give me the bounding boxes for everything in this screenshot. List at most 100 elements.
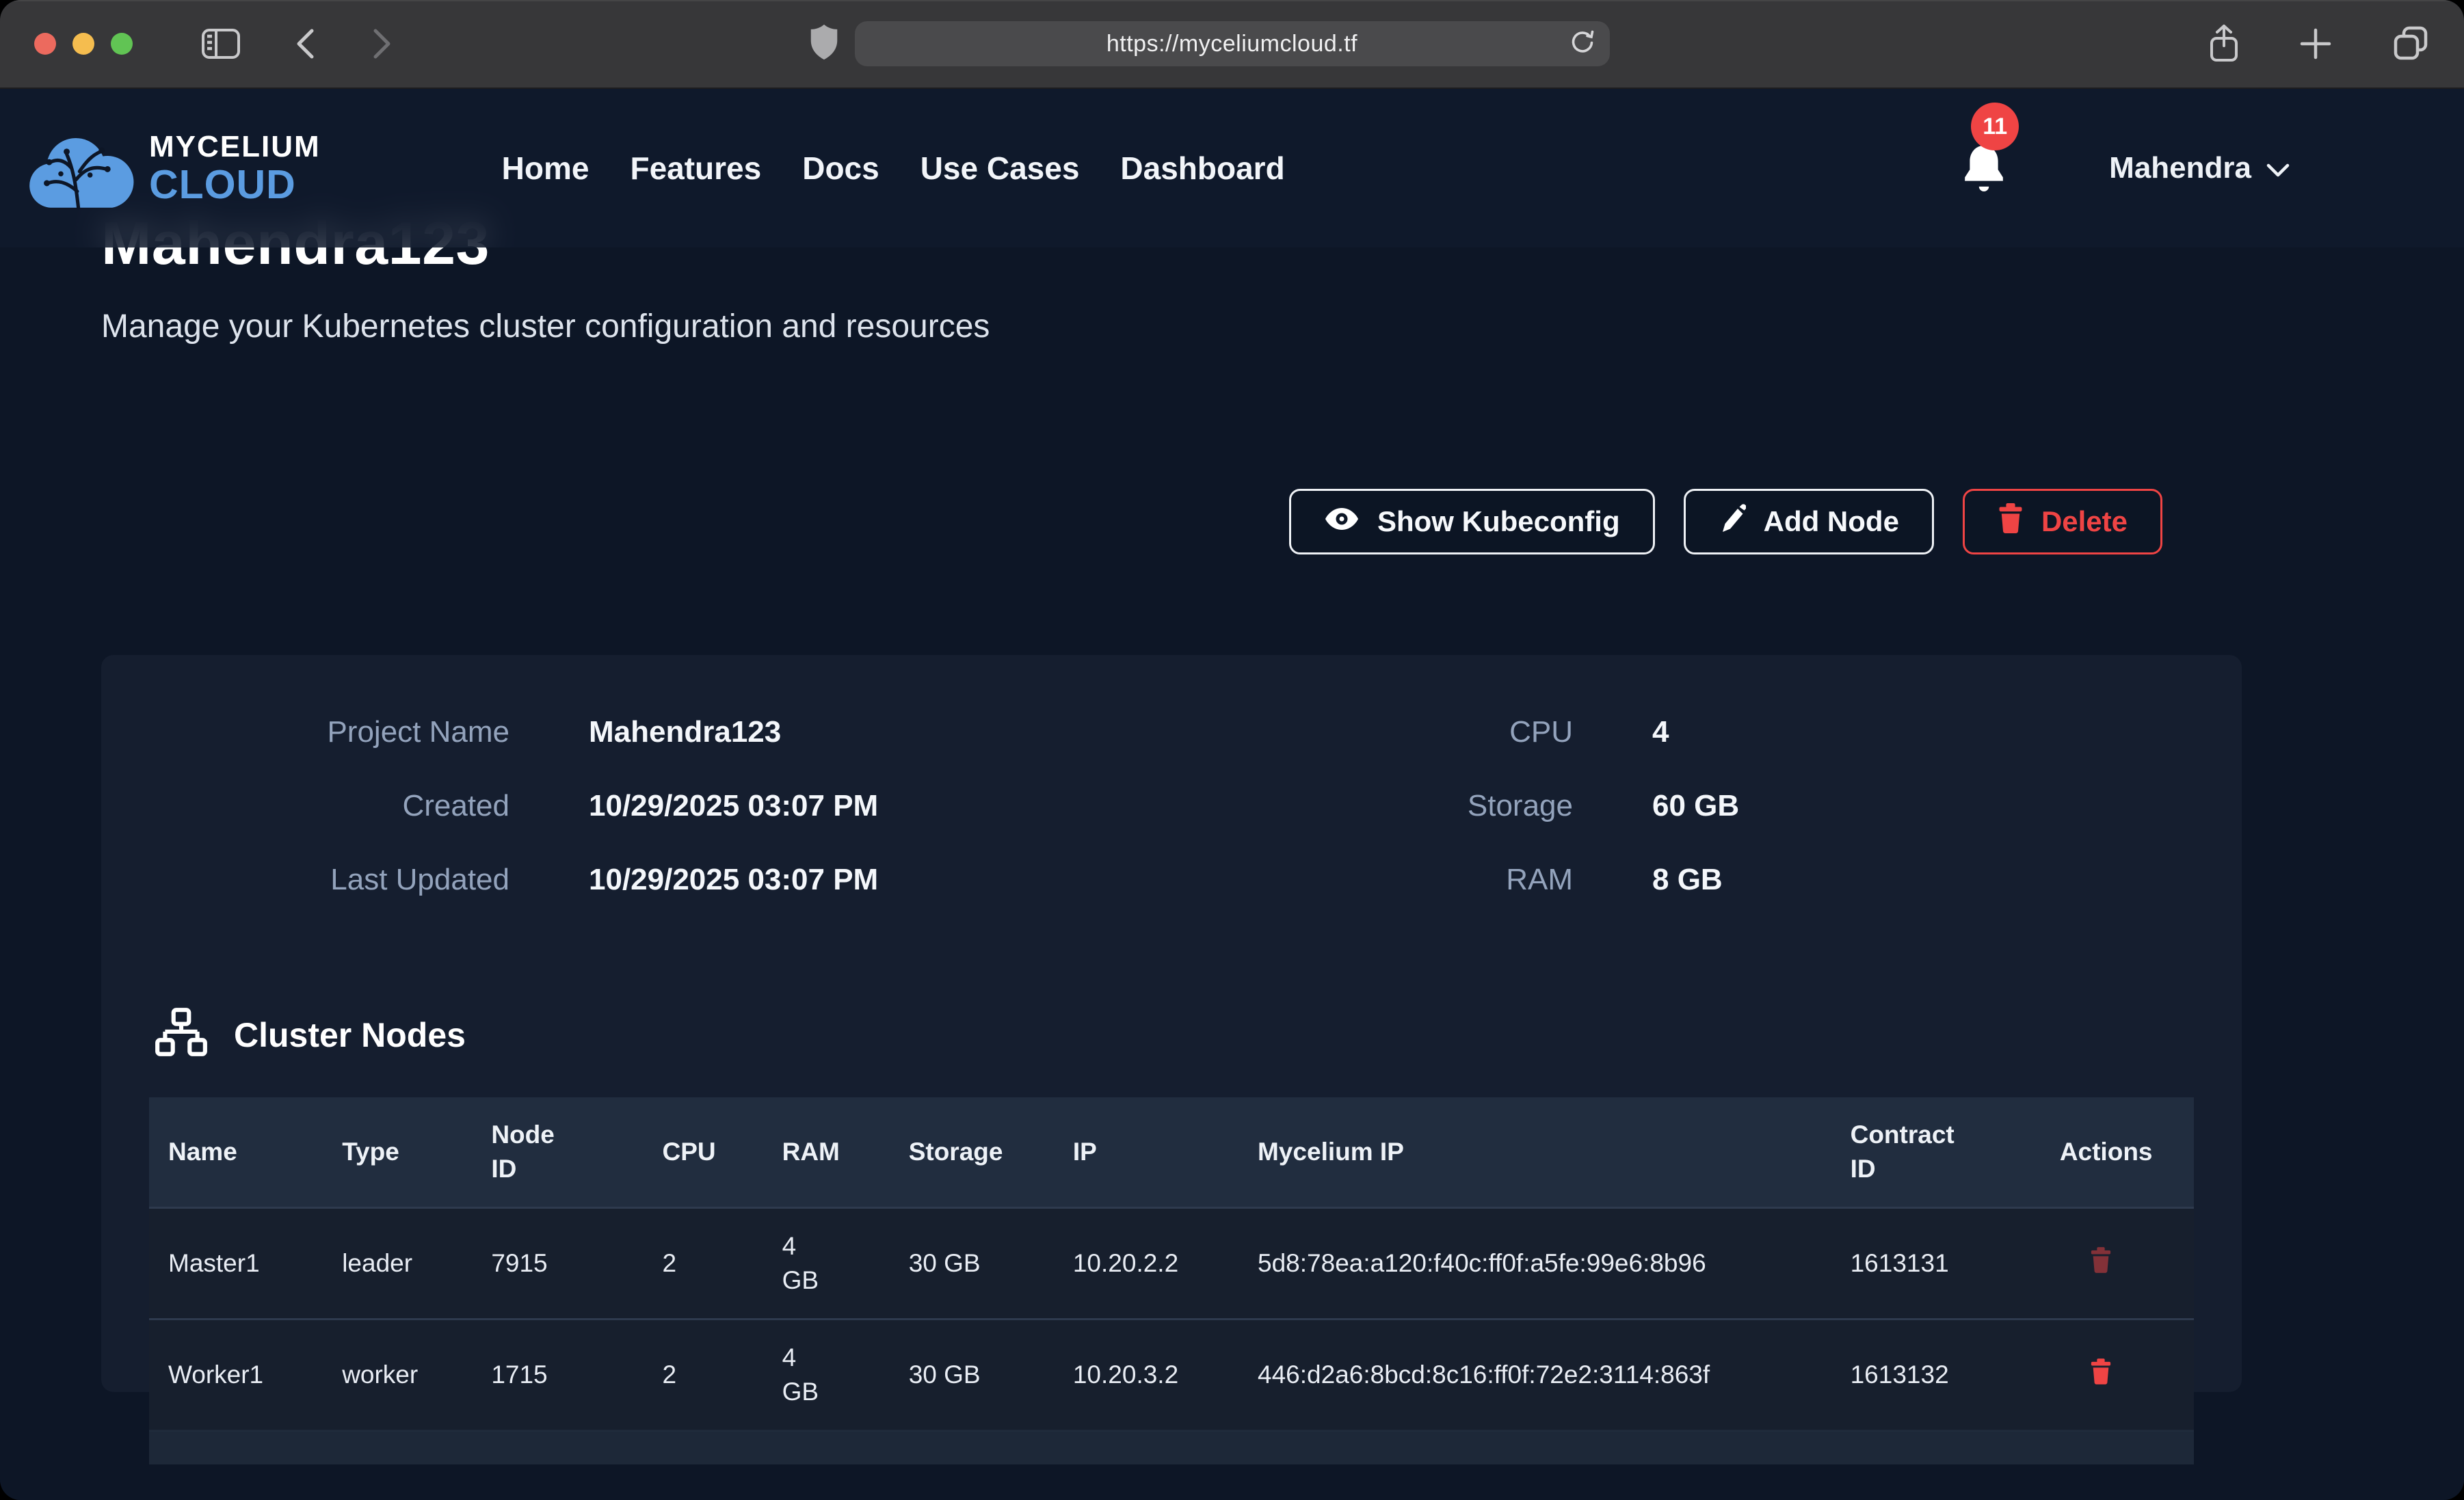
cell-contract-id: 1613132 bbox=[1851, 1319, 2060, 1430]
eye-icon bbox=[1324, 505, 1360, 538]
chevron-down-icon bbox=[2266, 151, 2290, 185]
forward-button-icon[interactable] bbox=[373, 28, 392, 59]
cell-actions bbox=[2060, 1207, 2194, 1319]
back-button-icon[interactable] bbox=[295, 28, 315, 59]
toolbar-right-icons bbox=[2208, 24, 2430, 64]
cell-ip: 10.20.3.2 bbox=[1073, 1319, 1258, 1430]
cell-type: worker bbox=[342, 1319, 491, 1430]
nodes-table: Name Type Node ID CPU RAM Storage IP Myc… bbox=[149, 1097, 2194, 1432]
cell-contract-id: 1613131 bbox=[1851, 1207, 2060, 1319]
nodes-table-container: Name Type Node ID CPU RAM Storage IP Myc… bbox=[149, 1097, 2194, 1464]
cloud-logo-icon bbox=[22, 119, 140, 218]
delete-node-button[interactable] bbox=[2060, 1358, 2112, 1387]
info-label: CPU bbox=[1195, 715, 1573, 749]
add-node-button[interactable]: Add Node bbox=[1684, 489, 1934, 554]
notifications-button[interactable]: 11 bbox=[1961, 141, 2006, 196]
cell-actions bbox=[2060, 1319, 2194, 1430]
site-navbar: MYCELIUM CLOUD Home Features Docs Use Ca… bbox=[0, 89, 2464, 247]
user-name: Mahendra bbox=[2109, 151, 2251, 185]
nav-item-docs[interactable]: Docs bbox=[802, 150, 879, 187]
nav-item-use-cases[interactable]: Use Cases bbox=[920, 150, 1080, 187]
cell-type: leader bbox=[342, 1207, 491, 1319]
privacy-shield-icon[interactable] bbox=[810, 23, 838, 65]
delete-cluster-button[interactable]: Delete bbox=[1963, 489, 2162, 554]
info-label: Storage bbox=[1195, 789, 1573, 823]
address-bar[interactable]: https://myceliumcloud.tf bbox=[855, 21, 1610, 66]
browser-toolbar: https://myceliumcloud.tf bbox=[0, 0, 2464, 89]
info-value: 8 GB bbox=[1652, 863, 1723, 897]
page-subtitle: Manage your Kubernetes cluster configura… bbox=[101, 308, 2242, 345]
cell-node-id: 1715 bbox=[491, 1319, 662, 1430]
cluster-nodes-header: Cluster Nodes bbox=[149, 1008, 2194, 1062]
cell-ram: 4 GB bbox=[782, 1207, 909, 1319]
info-label: Project Name bbox=[149, 715, 509, 749]
bell-icon bbox=[1961, 187, 2006, 198]
delete-label: Delete bbox=[2041, 505, 2128, 538]
show-kubeconfig-label: Show Kubeconfig bbox=[1377, 505, 1620, 538]
cluster-info: Project Name Mahendra123 Created 10/29/2… bbox=[149, 715, 2194, 937]
add-node-label: Add Node bbox=[1764, 505, 1899, 538]
close-window-button[interactable] bbox=[34, 33, 56, 55]
url-text: https://myceliumcloud.tf bbox=[1107, 31, 1357, 57]
info-value: Mahendra123 bbox=[589, 715, 781, 749]
cell-mycelium-ip: 446:d2a6:8bcd:8c16:ff0f:72e2:3114:863f bbox=[1258, 1319, 1851, 1430]
pencil-icon bbox=[1719, 503, 1746, 540]
cell-node-id: 7915 bbox=[491, 1207, 662, 1319]
webpage: Mahendra123 Manage your Kubernetes clust… bbox=[0, 89, 2464, 1500]
col-storage: Storage bbox=[909, 1097, 1073, 1207]
nav-right: 11 Mahendra bbox=[1961, 141, 2290, 196]
minimize-window-button[interactable] bbox=[72, 33, 94, 55]
info-label: Created bbox=[149, 789, 509, 823]
info-label: RAM bbox=[1195, 863, 1573, 897]
col-ram: RAM bbox=[782, 1097, 909, 1207]
col-contract-id: Contract ID bbox=[1851, 1097, 2060, 1207]
info-row-cpu: CPU 4 bbox=[1195, 715, 2194, 749]
delete-node-button[interactable] bbox=[2060, 1247, 2112, 1275]
col-cpu: CPU bbox=[662, 1097, 782, 1207]
nav-item-dashboard[interactable]: Dashboard bbox=[1120, 150, 1284, 187]
col-actions: Actions bbox=[2060, 1097, 2194, 1207]
show-kubeconfig-button[interactable]: Show Kubeconfig bbox=[1289, 489, 1655, 554]
nav-item-home[interactable]: Home bbox=[502, 150, 589, 187]
col-name: Name bbox=[149, 1097, 342, 1207]
info-label: Last Updated bbox=[149, 863, 509, 897]
cell-mycelium-ip: 5d8:78ea:a120:f40c:ff0f:a5fe:99e6:8b96 bbox=[1258, 1207, 1851, 1319]
sidebar-toggle-icon[interactable] bbox=[201, 28, 241, 59]
cluster-info-right: CPU 4 Storage 60 GB RAM 8 GB bbox=[1195, 715, 2194, 937]
share-icon[interactable] bbox=[2208, 24, 2240, 64]
cell-storage: 30 GB bbox=[909, 1207, 1073, 1319]
info-row-storage: Storage 60 GB bbox=[1195, 789, 2194, 823]
info-value: 60 GB bbox=[1652, 789, 1739, 823]
main-content: Mahendra123 Manage your Kubernetes clust… bbox=[0, 89, 2464, 1392]
nodes-table-header-row: Name Type Node ID CPU RAM Storage IP Myc… bbox=[149, 1097, 2194, 1207]
cluster-info-left: Project Name Mahendra123 Created 10/29/2… bbox=[149, 715, 1195, 937]
trash-icon bbox=[1998, 503, 2024, 540]
info-value: 10/29/2025 03:07 PM bbox=[589, 789, 878, 823]
notification-badge: 11 bbox=[1971, 103, 2019, 150]
info-row-created: Created 10/29/2025 03:07 PM bbox=[149, 789, 1195, 823]
cell-name: Master1 bbox=[149, 1207, 342, 1319]
cluster-actions: Show Kubeconfig Add Node bbox=[101, 489, 2242, 554]
tab-overview-icon[interactable] bbox=[2392, 25, 2430, 63]
zoom-window-button[interactable] bbox=[111, 33, 133, 55]
nav-item-features[interactable]: Features bbox=[630, 150, 761, 187]
logo-line1: MYCELIUM bbox=[149, 132, 321, 162]
info-value: 4 bbox=[1652, 715, 1669, 749]
col-ip: IP bbox=[1073, 1097, 1258, 1207]
cell-cpu: 2 bbox=[662, 1207, 782, 1319]
cluster-nodes-title: Cluster Nodes bbox=[234, 1015, 466, 1055]
cell-ram: 4 GB bbox=[782, 1319, 909, 1430]
new-tab-icon[interactable] bbox=[2299, 27, 2333, 61]
site-logo[interactable]: MYCELIUM CLOUD bbox=[22, 119, 321, 218]
cell-ip: 10.20.2.2 bbox=[1073, 1207, 1258, 1319]
col-node-id: Node ID bbox=[491, 1097, 662, 1207]
table-row-master1: Master1 leader 7915 2 4 GB 30 GB 10.20.2… bbox=[149, 1207, 2194, 1319]
reload-icon[interactable] bbox=[1569, 27, 1596, 61]
info-value: 10/29/2025 03:07 PM bbox=[589, 863, 878, 897]
logo-text: MYCELIUM CLOUD bbox=[149, 132, 321, 205]
traffic-lights bbox=[34, 33, 133, 55]
col-type: Type bbox=[342, 1097, 491, 1207]
table-row-worker1: Worker1 worker 1715 2 4 GB 30 GB 10.20.3… bbox=[149, 1319, 2194, 1430]
cell-name: Worker1 bbox=[149, 1319, 342, 1430]
user-menu[interactable]: Mahendra bbox=[2109, 151, 2290, 185]
